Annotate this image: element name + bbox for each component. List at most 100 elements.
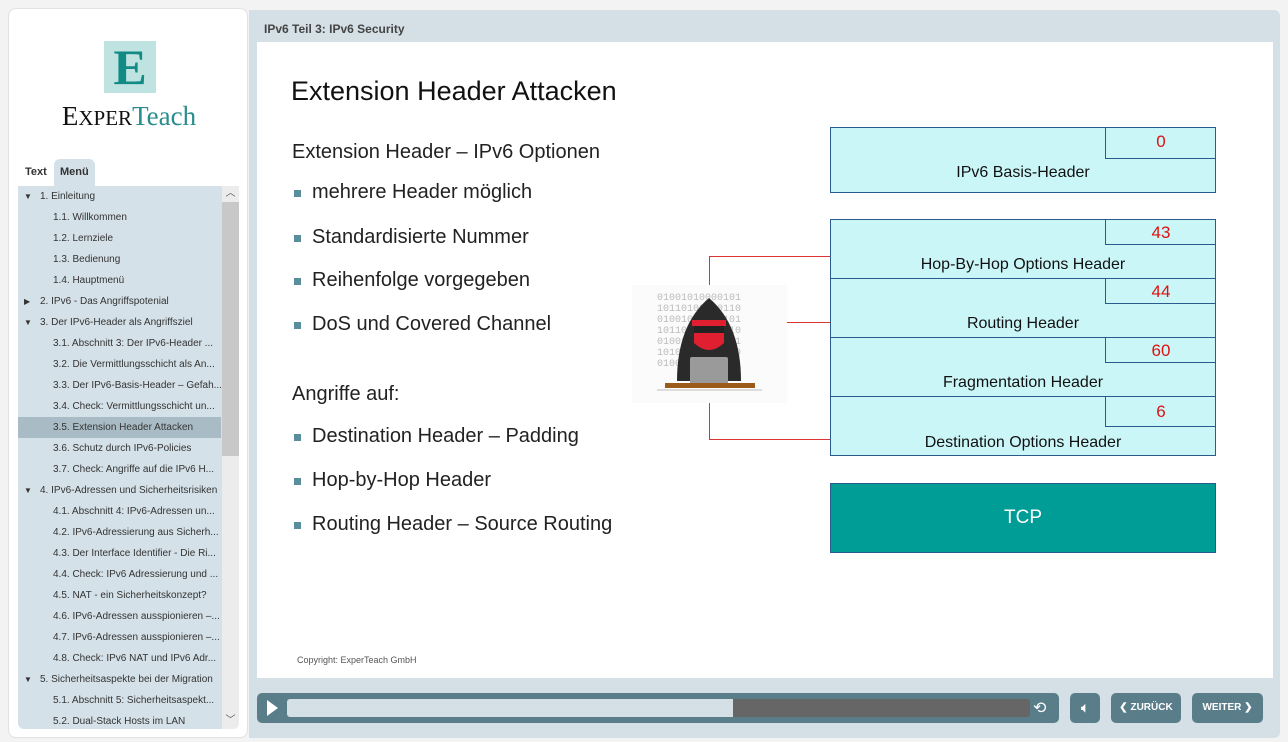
caret-down-icon[interactable]: ▼: [24, 669, 32, 690]
menu-item[interactable]: 1.4. Hauptmenü: [18, 270, 239, 291]
menu-item-label: 3.5. Extension Header Attacken: [53, 422, 194, 433]
next-button[interactable]: WEITER ❯: [1192, 693, 1263, 723]
experteach-logo: E: [104, 39, 156, 95]
menu-scrollbar[interactable]: ︿ ﹀: [222, 186, 239, 729]
menu-item-label: 1.3. Bedienung: [53, 254, 121, 265]
menu-item[interactable]: 3.2. Die Vermittlungsschicht als An...: [18, 354, 239, 375]
menu-item[interactable]: 3.5. Extension Header Attacken: [18, 417, 221, 438]
bullet: Standardisierte Nummer: [292, 226, 529, 249]
menu-item-label: 4.3. Der Interface Identifier - Die Ri..…: [53, 548, 216, 559]
bullet: Hop-by-Hop Header: [292, 469, 491, 492]
menu-item[interactable]: 1.2. Lernziele: [18, 228, 239, 249]
back-label: ZURÜCK: [1130, 702, 1173, 713]
menu-item-label: 1. Einleitung: [40, 191, 96, 202]
connector-line: [709, 439, 831, 440]
tab-text[interactable]: Text: [19, 159, 53, 186]
menu-item[interactable]: 4.4. Check: IPv6 Adressierung und ...: [18, 564, 239, 585]
menu-section[interactable]: ▼ 5. Sicherheitsaspekte bei der Migration: [18, 669, 239, 690]
menu-item-label: 1.4. Hauptmenü: [53, 275, 125, 286]
next-label: WEITER: [1202, 702, 1242, 713]
menu-item-label: 3.3. Der IPv6-Basis-Header – Gefah...: [53, 380, 222, 391]
media-controls: ⟲: [257, 693, 1059, 723]
menu-item-label: 3.1. Abschnitt 3: Der IPv6-Header ...: [53, 338, 214, 349]
heading-options: Extension Header – IPv6 Optionen: [292, 141, 600, 163]
progress-fill: [287, 699, 733, 717]
scrollbar-thumb[interactable]: [222, 202, 239, 456]
menu-tree: ▼ 1. Einleitung 1.1. Willkommen 1.2. Lernzi…: [18, 186, 239, 729]
menu-item-label: 3.6. Schutz durch IPv6-Policies: [53, 443, 192, 454]
menu-item[interactable]: 4.2. IPv6-Adressierung aus Sicherh...: [18, 522, 239, 543]
extension-header-stack: 43 Hop-By-Hop Options Header 44 Routing He…: [830, 219, 1216, 456]
caret-down-icon[interactable]: ▼: [24, 480, 32, 501]
next-header-number: 6: [1105, 397, 1216, 427]
hacker-illustration: 0100101000010110110100100110010010010001…: [632, 285, 787, 403]
menu-item-label: 2. IPv6 - Das Angriffspotenial: [40, 296, 169, 307]
logo-letter: E: [113, 39, 147, 95]
menu-item[interactable]: 4.5. NAT - ein Sicherheitskonzept?: [18, 585, 239, 606]
menu-item-label: 3.4. Check: Vermittlungsschicht un...: [53, 401, 215, 412]
next-header-number: 43: [1105, 220, 1216, 245]
header-label: Hop-By-Hop Options Header: [920, 256, 1126, 273]
next-header-number: 0: [1105, 127, 1216, 159]
menu-item-label: 5.1. Abschnitt 5: Sicherheitsaspekt...: [53, 695, 215, 706]
destination-options-header: 6 Destination Options Header: [831, 397, 1216, 456]
menu-item[interactable]: 1.3. Bedienung: [18, 249, 239, 270]
menu-item[interactable]: 4.6. IPv6-Adressen ausspionieren –...: [18, 606, 239, 627]
menu-section[interactable]: ▼ 1. Einleitung: [18, 186, 239, 207]
connector-line: [709, 256, 831, 257]
menu-item-label: 4.1. Abschnitt 4: IPv6-Adressen un...: [53, 506, 215, 517]
menu-item[interactable]: 4.1. Abschnitt 4: IPv6-Adressen un...: [18, 501, 239, 522]
scroll-up-icon[interactable]: ︿: [222, 186, 239, 202]
volume-button[interactable]: 🔈︎: [1070, 693, 1100, 723]
slide: Extension Header Attacken Extension Head…: [257, 42, 1273, 678]
progress-bar[interactable]: [287, 699, 1030, 717]
bullet: DoS und Covered Channel: [292, 313, 551, 336]
header-label: IPv6 Basis-Header: [956, 164, 1090, 181]
speaker-icon: 🔈︎: [1081, 700, 1089, 715]
menu-section[interactable]: ▼ 4. IPv6-Adressen und Sicherheitsrisiken: [18, 480, 239, 501]
menu-item[interactable]: 3.7. Check: Angriffe auf die IPv6 H...: [18, 459, 239, 480]
bullet: mehrere Header möglich: [292, 181, 532, 204]
back-button[interactable]: ❮ ZURÜCK: [1111, 693, 1181, 723]
fragmentation-header: 60 Fragmentation Header: [831, 338, 1216, 397]
play-icon[interactable]: [267, 700, 278, 716]
menu-item[interactable]: 4.8. Check: IPv6 NAT und IPv6 Adr...: [18, 648, 239, 669]
menu-item[interactable]: 3.6. Schutz durch IPv6-Policies: [18, 438, 239, 459]
menu-item-label: 3. Der IPv6-Header als Angriffsziel: [40, 317, 193, 328]
menu-item-label: 5.2. Dual-Stack Hosts im LAN: [53, 716, 186, 727]
tab-menu[interactable]: Menü: [54, 159, 95, 186]
menu-item-label: 5. Sicherheitsaspekte bei der Migration: [40, 674, 213, 685]
menu-item[interactable]: 5.1. Abschnitt 5: Sicherheitsaspekt...: [18, 690, 239, 711]
caret-right-icon[interactable]: ▶: [24, 291, 30, 312]
heading-attacks: Angriffe auf:: [292, 383, 400, 405]
chevron-right-icon: ❯: [1241, 702, 1253, 713]
menu-item-label: 1.2. Lernziele: [53, 233, 114, 244]
menu-item[interactable]: 3.3. Der IPv6-Basis-Header – Gefah...: [18, 375, 239, 396]
menu-item-label: 1.1. Willkommen: [53, 212, 127, 223]
copyright: Copyright: ExperTeach GmbH: [297, 655, 417, 665]
caret-down-icon[interactable]: ▼: [24, 186, 32, 207]
menu-section[interactable]: ▶ 2. IPv6 - Das Angriffspotenial: [18, 291, 239, 312]
bullet: Destination Header – Padding: [292, 425, 579, 448]
menu-item-label: 4.5. NAT - ein Sicherheitskonzept?: [53, 590, 207, 601]
chevron-left-icon: ❮: [1119, 702, 1131, 713]
menu-item-label: 4. IPv6-Adressen und Sicherheitsrisiken: [40, 485, 218, 496]
menu-item[interactable]: 4.3. Der Interface Identifier - Die Ri..…: [18, 543, 239, 564]
menu-item-label: 4.7. IPv6-Adressen ausspionieren –...: [53, 632, 220, 643]
menu-section[interactable]: ▼ 3. Der IPv6-Header als Angriffsziel: [18, 312, 239, 333]
menu-item[interactable]: 3.4. Check: Vermittlungsschicht un...: [18, 396, 239, 417]
scroll-down-icon[interactable]: ﹀: [222, 713, 239, 729]
ipv6-basis-header-box: 0 IPv6 Basis-Header: [830, 127, 1216, 193]
menu-item[interactable]: 1.1. Willkommen: [18, 207, 239, 228]
bullet: Reihenfolge vorgegeben: [292, 269, 530, 292]
menu-item[interactable]: 5.2. Dual-Stack Hosts im LAN: [18, 711, 239, 729]
menu-item-label: 4.2. IPv6-Adressierung aus Sicherh...: [53, 527, 219, 538]
menu-item[interactable]: 4.7. IPv6-Adressen ausspionieren –...: [18, 627, 239, 648]
tcp-box: TCP: [830, 483, 1216, 553]
brand-name: EXPERTeach: [9, 101, 249, 132]
menu-item[interactable]: 3.1. Abschnitt 3: Der IPv6-Header ...: [18, 333, 239, 354]
brand-c: T: [132, 101, 147, 131]
next-header-number: 60: [1105, 338, 1216, 363]
replay-icon[interactable]: ⟲: [1033, 698, 1046, 718]
caret-down-icon[interactable]: ▼: [24, 312, 32, 333]
